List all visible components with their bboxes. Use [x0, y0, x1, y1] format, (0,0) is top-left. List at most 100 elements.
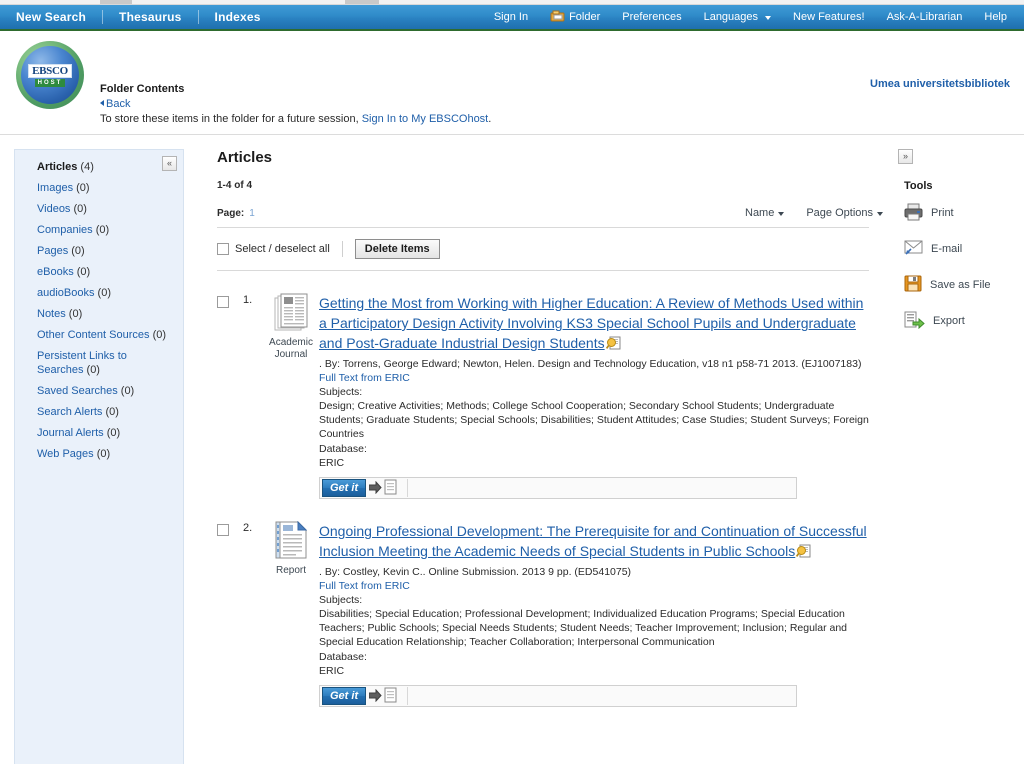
tool-save-as-file[interactable]: Save as File	[898, 274, 1018, 296]
result-body: Getting the Most from Working with Highe…	[319, 293, 869, 499]
academic-journal-icon	[263, 293, 319, 334]
institution-name: Umea universitetsbibliotek	[870, 78, 1010, 90]
nav-sign-in-label: Sign In	[493, 11, 529, 23]
sidebar-item-other-content-sources-label: Other Content Sources	[37, 329, 153, 341]
logo-sphere: EBSCO HOST	[21, 46, 79, 104]
folder-icon	[550, 9, 565, 26]
sidebar-item-web-pages[interactable]: Web Pages (0)	[37, 447, 171, 461]
floppy-disk-icon	[904, 274, 922, 296]
select-deselect-all-checkbox[interactable]	[217, 243, 229, 255]
full-text-link[interactable]: Full Text from ERIC	[319, 372, 869, 384]
preview-icon[interactable]	[605, 336, 621, 350]
select-actions-bar: Select / deselect all Delete Items	[217, 238, 883, 260]
page-options-control[interactable]: Page Options	[806, 207, 883, 219]
nav-preferences[interactable]: Preferences	[611, 5, 692, 29]
page-body: « Articles (4) Images (0) Videos (0) Compan…	[0, 135, 1024, 764]
document-icon[interactable]	[384, 479, 398, 499]
nav-new-search-label: New Search	[16, 10, 87, 24]
top-navigation-bar: New Search Thesaurus Indexes Sign In Folder…	[0, 5, 1024, 31]
page-options-label: Page Options	[806, 207, 873, 219]
sidebar-item-articles-label: Articles	[37, 161, 81, 173]
top-nav-right-group: Sign In Folder Preferences Languages New Fea…	[483, 5, 1024, 29]
nav-help-label: Help	[984, 11, 1007, 23]
sidebar-item-audiobooks-label: audioBooks	[37, 287, 98, 299]
nav-new-features[interactable]: New Features!	[782, 5, 876, 29]
sidebar-item-audiobooks[interactable]: audioBooks (0)	[37, 286, 171, 300]
sidebar-item-journal-alerts[interactable]: Journal Alerts (0)	[37, 426, 171, 440]
sidebar-item-images[interactable]: Images (0)	[37, 181, 171, 195]
printer-icon	[904, 202, 923, 224]
sidebar-item-notes-label: Notes	[37, 308, 69, 320]
nav-help[interactable]: Help	[973, 5, 1018, 29]
toolbar-divider	[217, 227, 869, 228]
nav-sign-in[interactable]: Sign In	[483, 5, 539, 29]
sidebar-item-journal-alerts-count: (0)	[106, 427, 121, 439]
database-label: Database:	[319, 443, 367, 455]
nav-languages[interactable]: Languages	[693, 5, 782, 29]
sidebar-item-search-alerts-count: (0)	[105, 406, 119, 418]
link-resolver-divider	[407, 687, 409, 705]
get-it-button[interactable]: Get it	[322, 687, 367, 705]
sidebar-item-persistent-links-to-searches[interactable]: Persistent Links to Searches (0)	[37, 349, 171, 377]
envelope-icon	[904, 238, 923, 260]
nav-thesaurus[interactable]: Thesaurus	[103, 5, 198, 29]
nav-new-search[interactable]: New Search	[0, 5, 102, 29]
chevron-down-icon	[877, 212, 883, 216]
page-number[interactable]: 1	[249, 208, 255, 219]
result-citation: . By: Torrens, George Edward; Newton, He…	[319, 358, 862, 370]
sidebar-item-images-count: (0)	[76, 182, 90, 194]
chevron-down-icon	[765, 16, 772, 20]
result-citation: . By: Costley, Kevin C.. Online Submissi…	[319, 566, 632, 578]
sidebar-item-saved-searches[interactable]: Saved Searches (0)	[37, 384, 171, 398]
arrow-right-icon	[368, 480, 382, 497]
nav-ask-a-librarian[interactable]: Ask-A-Librarian	[876, 5, 974, 29]
sidebar-item-ebooks-count: (0)	[76, 266, 91, 278]
result-select-checkbox[interactable]	[217, 296, 229, 308]
store-items-notice: To store these items in the folder for a…	[100, 113, 491, 125]
logo-host-band: HOST	[34, 78, 66, 87]
database-label: Database:	[319, 651, 367, 663]
tool-export[interactable]: Export	[898, 310, 1018, 332]
sidebar-item-search-alerts[interactable]: Search Alerts (0)	[37, 405, 171, 419]
back-link[interactable]: Back	[100, 98, 491, 110]
tools-item-list: Print E-mail Save as File Export	[898, 202, 1018, 332]
sidebar-item-pages[interactable]: Pages (0)	[37, 244, 171, 258]
sidebar-item-saved-searches-count: (0)	[120, 385, 135, 397]
tool-save-as-file-label: Save as File	[930, 279, 991, 291]
sidebar-item-companies[interactable]: Companies (0)	[37, 223, 171, 237]
result-type-label: Academic	[269, 337, 313, 348]
ebscohost-logo: EBSCO HOST	[16, 41, 84, 109]
result-title-link[interactable]: Ongoing Professional Development: The Pr…	[319, 523, 867, 559]
preview-icon[interactable]	[796, 544, 811, 558]
tool-print-label: Print	[931, 207, 954, 219]
sidebar-collapse-button[interactable]: «	[162, 156, 177, 171]
nav-folder[interactable]: Folder	[539, 5, 611, 29]
nav-ask-a-librarian-label: Ask-A-Librarian	[886, 11, 963, 23]
store-notice-period: .	[488, 113, 492, 125]
sidebar-item-videos[interactable]: Videos (0)	[37, 202, 171, 216]
select-bar-divider-rule	[217, 270, 869, 271]
tools-panel-title: Tools	[904, 180, 933, 192]
tools-expand-button[interactable]: »	[898, 149, 913, 164]
select-deselect-all-label[interactable]: Select / deselect all	[235, 243, 330, 255]
full-text-link[interactable]: Full Text from ERIC	[319, 580, 869, 592]
tool-email[interactable]: E-mail	[898, 238, 1018, 260]
get-it-button[interactable]: Get it	[322, 479, 367, 497]
sidebar-item-notes-count: (0)	[68, 308, 83, 320]
nav-indexes[interactable]: Indexes	[199, 5, 277, 29]
sign-in-my-ebscohost-link[interactable]: Sign In to My EBSCOhost	[362, 113, 489, 125]
delete-items-button[interactable]: Delete Items	[354, 239, 440, 259]
sidebar-item-ebooks[interactable]: eBooks (0)	[37, 265, 171, 279]
sidebar-item-videos-count: (0)	[73, 203, 87, 215]
tool-print[interactable]: Print	[898, 202, 1018, 224]
document-icon[interactable]	[384, 687, 398, 707]
result-select-checkbox[interactable]	[217, 524, 229, 536]
sidebar-item-other-content-sources[interactable]: Other Content Sources (0)	[37, 328, 171, 342]
result-title-link[interactable]: Getting the Most from Working with Highe…	[319, 295, 863, 351]
nav-languages-label: Languages	[703, 11, 759, 23]
sidebar-item-journal-alerts-label: Journal Alerts	[37, 427, 107, 439]
sort-by-control[interactable]: Name	[745, 207, 785, 219]
back-arrow-icon	[100, 100, 104, 106]
sidebar-item-web-pages-label: Web Pages	[37, 448, 97, 460]
sidebar-item-notes[interactable]: Notes (0)	[37, 307, 171, 321]
